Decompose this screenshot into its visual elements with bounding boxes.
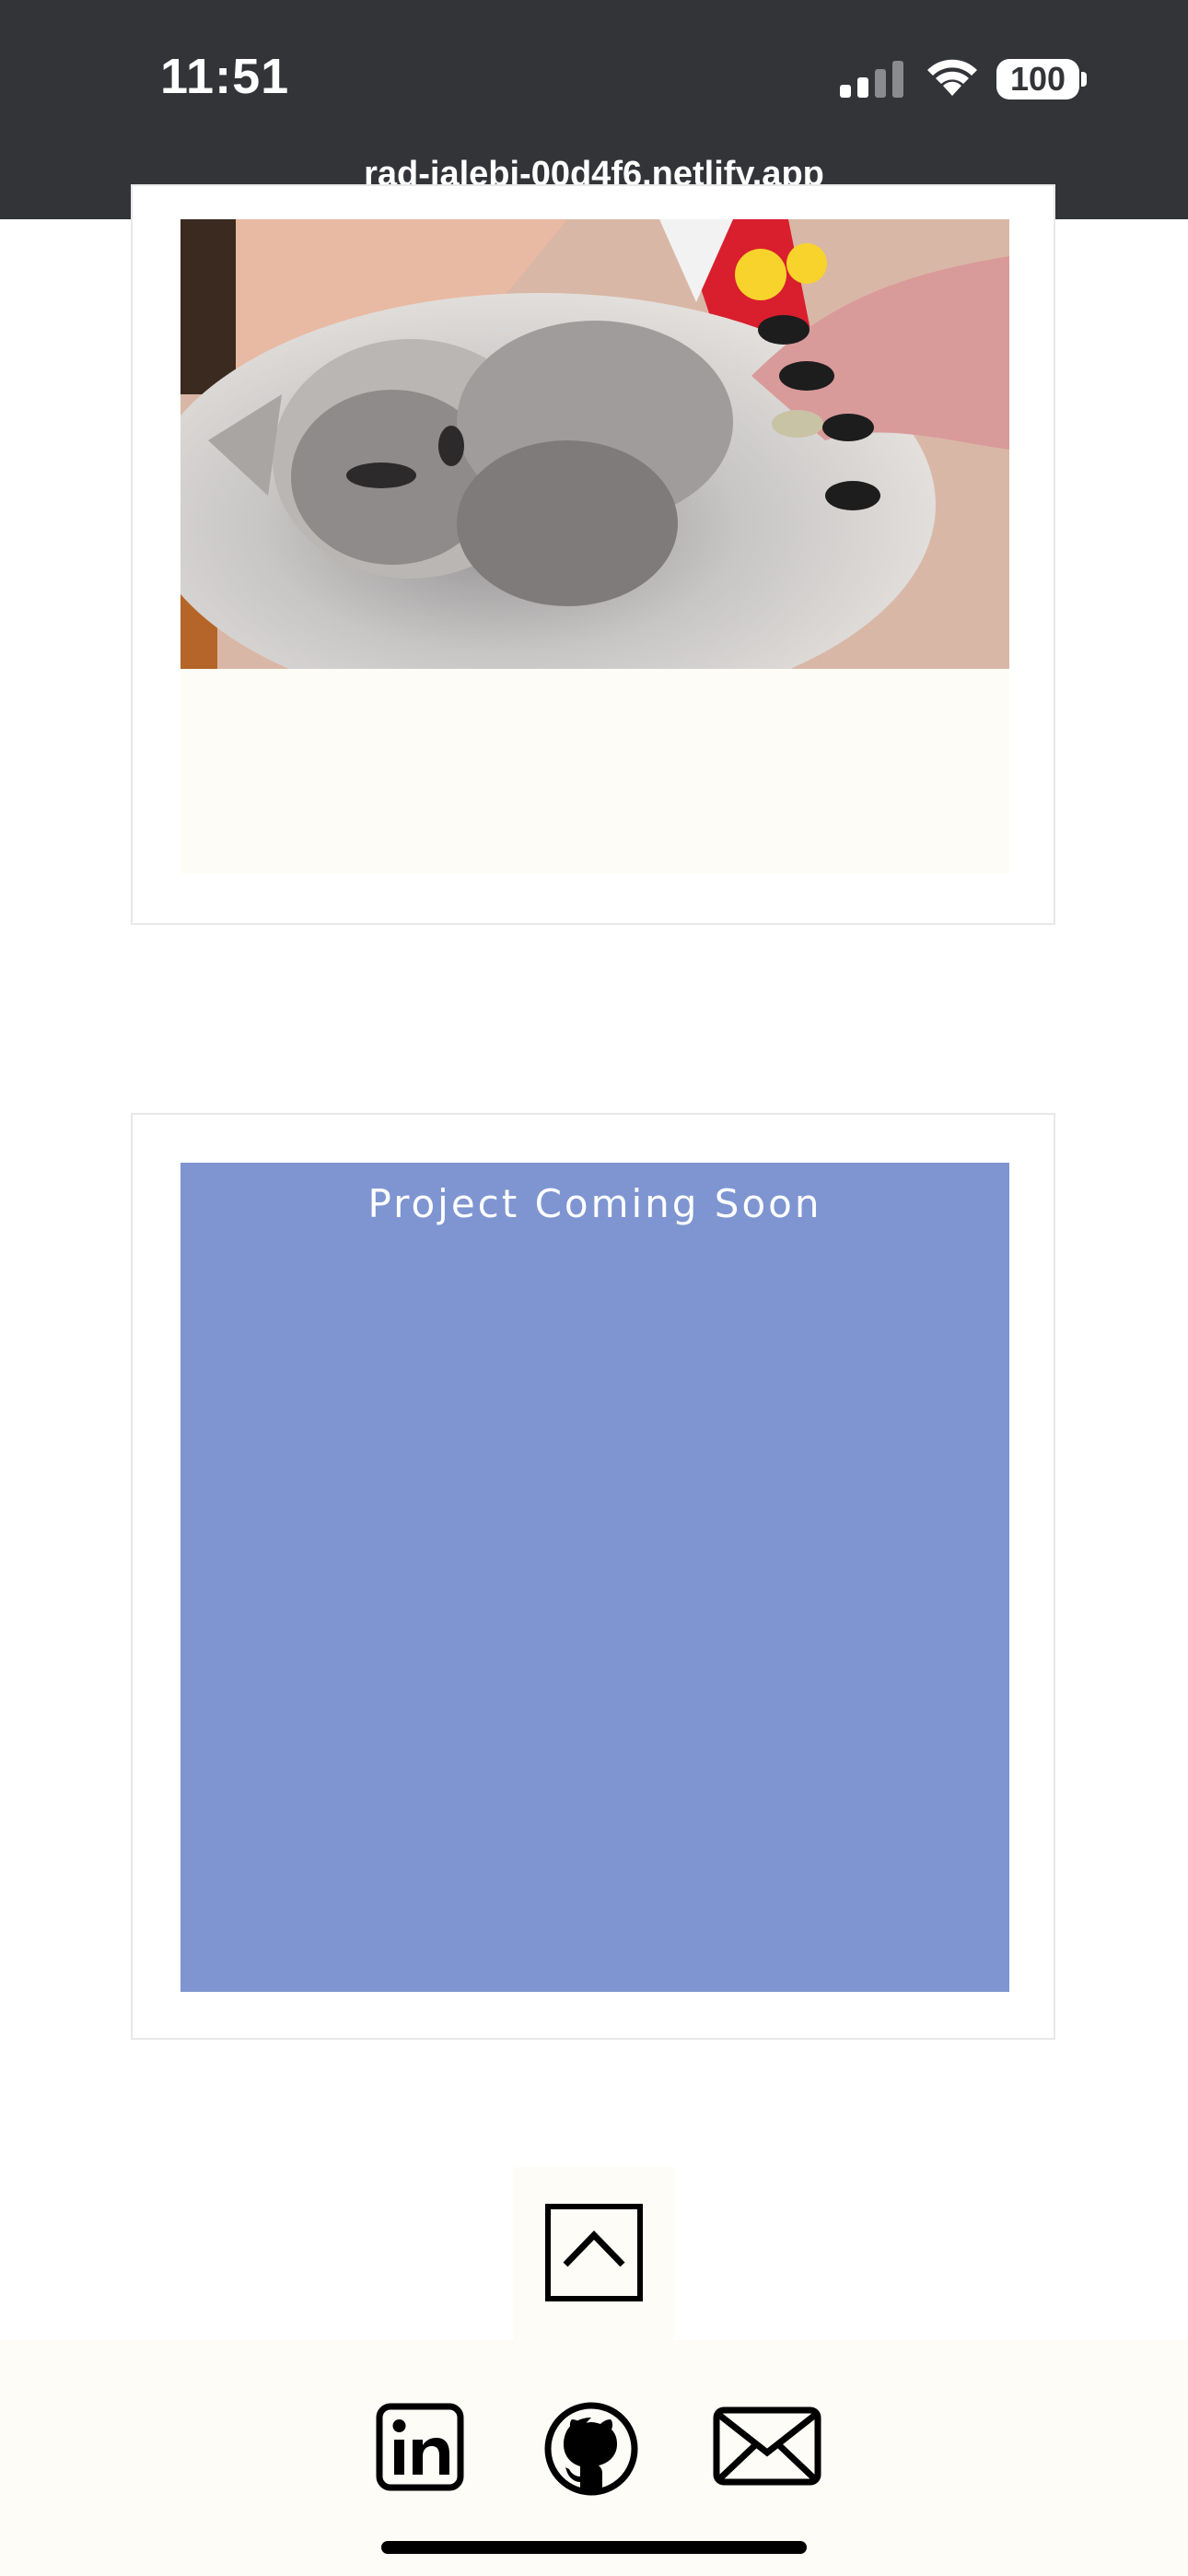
github-icon[interactable]: [543, 2401, 639, 2497]
cat-photo: [181, 219, 1009, 669]
battery-indicator: 100: [996, 59, 1079, 100]
project-title: Project Coming Soon: [367, 1181, 822, 1226]
project-card[interactable]: [131, 184, 1055, 925]
project-caption: [181, 669, 1009, 873]
chevron-up-icon: [545, 2204, 643, 2301]
battery-nub: [1081, 72, 1087, 87]
linkedin-icon[interactable]: [376, 2403, 464, 2491]
mail-icon[interactable]: [713, 2406, 821, 2486]
project-card[interactable]: Project Coming Soon: [131, 1113, 1055, 2040]
cellular-signal-icon: [840, 61, 903, 98]
home-indicator[interactable]: [381, 2541, 807, 2554]
back-to-top-button[interactable]: [514, 2167, 674, 2342]
coming-soon-placeholder: Project Coming Soon: [181, 1163, 1009, 1992]
wifi-icon: [927, 59, 977, 96]
status-time: 11:51: [160, 49, 290, 104]
